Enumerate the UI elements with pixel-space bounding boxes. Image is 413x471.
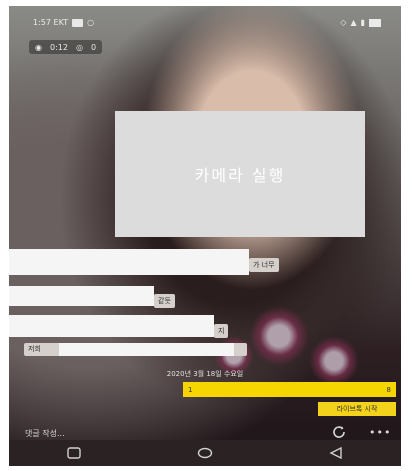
chat-message-text: 같듯: [158, 297, 171, 305]
highlight-bar: 1 8: [183, 382, 396, 397]
more-icon[interactable]: •••: [369, 426, 391, 439]
date-text: 2020년 3월 18일 수요일: [166, 370, 244, 378]
chat-message: 지: [214, 324, 229, 338]
eye-icon: ◎: [75, 42, 83, 52]
chat-message: 가 너무: [249, 258, 279, 272]
duration: 0:12: [49, 42, 68, 52]
redacted-block: [9, 249, 249, 275]
circle-icon: ○: [87, 18, 95, 27]
status-bar: 1:57 EKT ○ ◇ ▲ ▮: [9, 6, 401, 34]
status-time: 1:57 EKT: [33, 18, 69, 27]
status-left: 1:57 EKT ○: [33, 18, 94, 27]
chat-message: 같듯: [154, 294, 175, 308]
headset-icon: ◉: [35, 42, 42, 52]
viewer-count: 0: [90, 42, 97, 52]
vibrate-icon: ◇: [340, 18, 347, 27]
start-livetalk-label: 라이브톡 시작: [336, 405, 378, 413]
phone-screen: 1:57 EKT ○ ◇ ▲ ▮ ◉ 0:12 ◎ 0 카메라 실행 가 너무 …: [9, 6, 401, 466]
comment-input[interactable]: 댓글 작성...: [25, 428, 65, 439]
box-icon: [72, 18, 84, 27]
home-icon[interactable]: [195, 446, 215, 460]
bottom-controls: 댓글 작성... •••: [9, 424, 401, 440]
status-right: ◇ ▲ ▮: [340, 18, 381, 27]
chat-message-text: 가 너무: [253, 261, 275, 269]
signal-icon: ▮: [360, 18, 365, 27]
start-livetalk-button[interactable]: 라이브톡 시작: [318, 402, 396, 416]
live-stats: ◉ 0:12 ◎ 0: [29, 40, 103, 54]
recent-apps-icon[interactable]: [64, 446, 84, 460]
flower-decoration: [249, 306, 309, 366]
chat-message-text: 지: [218, 327, 225, 335]
highlight-bar-left: 1: [188, 385, 193, 394]
highlight-bar-right: 8: [386, 385, 391, 394]
redacted-block: [9, 315, 214, 337]
camera-launch-overlay[interactable]: 카메라 실행: [115, 111, 365, 237]
redacted-block: [9, 286, 154, 306]
camera-launch-text: 카메라 실행: [194, 166, 286, 185]
wifi-icon: ▲: [350, 18, 357, 27]
chat-message-text: 저희: [28, 345, 41, 353]
battery-icon: [369, 18, 381, 27]
back-icon[interactable]: [326, 446, 346, 460]
redacted-block: [59, 343, 234, 356]
navigation-bar: [9, 440, 401, 466]
